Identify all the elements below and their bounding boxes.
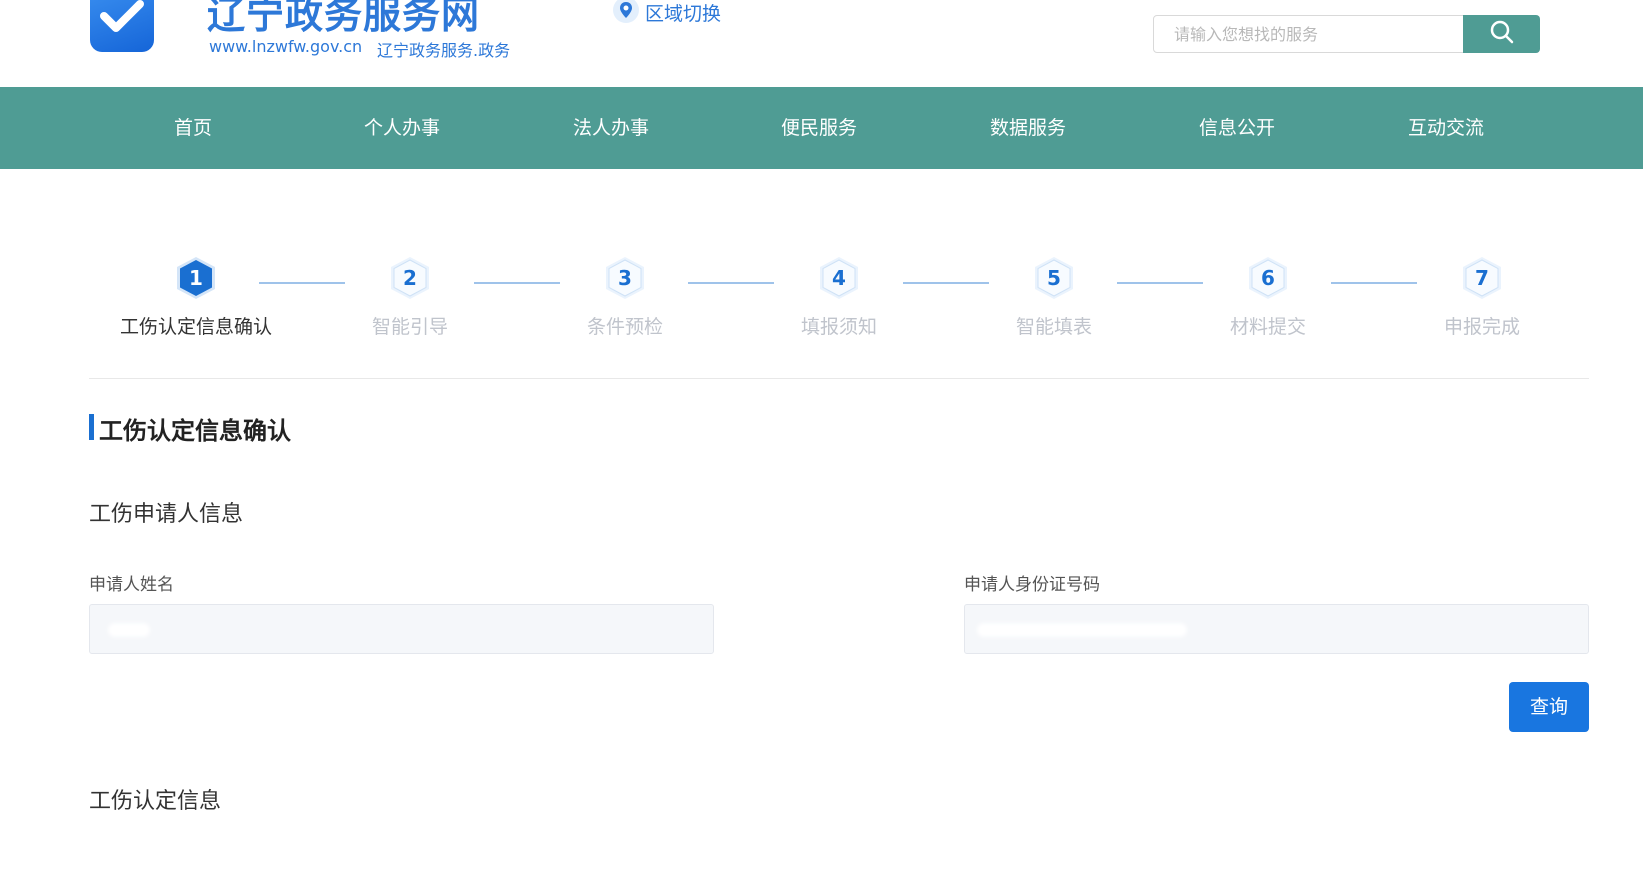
section-accent-bar	[89, 414, 94, 440]
step-label: 智能引导	[371, 316, 448, 338]
nav-item-convenience[interactable]: 便民服务	[749, 87, 889, 169]
nav-item-disclosure[interactable]: 信息公开	[1167, 87, 1307, 169]
step-hexagon-icon: 6	[1245, 255, 1291, 301]
step-5: 5 智能填表	[969, 255, 1139, 339]
redacted-value	[108, 623, 150, 637]
nav-item-interaction[interactable]: 互动交流	[1376, 87, 1516, 169]
step-4: 4 填报须知	[754, 255, 924, 339]
step-1: 1 工伤认定信息确认	[111, 255, 281, 339]
search-icon	[1489, 19, 1515, 49]
step-label: 材料提交	[1229, 316, 1306, 338]
step-number: 7	[1475, 266, 1489, 290]
region-switch[interactable]: 区域切换	[612, 0, 721, 28]
applicant-name-field[interactable]	[89, 604, 714, 654]
progress-steps: 1 工伤认定信息确认 2 智能引导 3 条件预检 4 填报须知 5 智能填表 6…	[89, 255, 1589, 355]
applicant-name-label: 申请人姓名	[89, 575, 174, 595]
nav-item-data[interactable]: 数据服务	[958, 87, 1098, 169]
step-hexagon-icon: 3	[602, 255, 648, 301]
step-number: 4	[832, 266, 846, 290]
steps-divider	[89, 378, 1589, 379]
site-header: 辽宁政务服务网 www.lnzwfw.gov.cn 辽宁政务服务.政务 区域切换	[0, 0, 1643, 87]
step-label: 条件预检	[586, 316, 663, 338]
section-title: 工伤认定信息确认	[99, 417, 291, 445]
step-number: 5	[1047, 266, 1061, 290]
redacted-value	[977, 623, 1187, 637]
step-3: 3 条件预检	[540, 255, 710, 339]
search-input[interactable]	[1153, 15, 1464, 53]
injury-identification-heading: 工伤认定信息	[89, 789, 222, 814]
step-number: 3	[618, 266, 632, 290]
step-hexagon-icon: 2	[387, 255, 433, 301]
site-url: www.lnzwfw.gov.cn	[209, 37, 363, 56]
step-hexagon-icon: 1	[173, 255, 219, 301]
applicant-info-heading: 工伤申请人信息	[89, 502, 244, 527]
step-label: 工伤认定信息确认	[119, 316, 272, 338]
site-subtitle: 辽宁政务服务.政务	[377, 41, 511, 60]
nav-item-legal-person[interactable]: 法人办事	[541, 87, 681, 169]
location-pin-icon	[612, 0, 640, 28]
site-title[interactable]: 辽宁政务服务网	[207, 0, 480, 39]
step-label: 填报须知	[800, 316, 877, 338]
step-number: 6	[1261, 266, 1275, 290]
step-hexagon-icon: 4	[816, 255, 862, 301]
site-logo-icon[interactable]	[90, 0, 154, 52]
applicant-id-label: 申请人身份证号码	[964, 575, 1100, 595]
region-switch-label: 区域切换	[645, 2, 722, 25]
step-6: 6 材料提交	[1183, 255, 1353, 339]
step-7: 7 申报完成	[1397, 255, 1567, 339]
step-hexagon-icon: 5	[1031, 255, 1077, 301]
nav-item-home[interactable]: 首页	[123, 87, 263, 169]
main-nav: 首页 个人办事 法人办事 便民服务 数据服务 信息公开 互动交流	[0, 87, 1643, 169]
step-number: 1	[189, 266, 203, 290]
search-button[interactable]	[1463, 15, 1540, 53]
step-hexagon-icon: 7	[1459, 255, 1505, 301]
query-button[interactable]: 查询	[1509, 682, 1589, 732]
applicant-id-field[interactable]	[964, 604, 1589, 654]
step-number: 2	[403, 266, 417, 290]
step-label: 申报完成	[1443, 316, 1520, 338]
nav-item-personal[interactable]: 个人办事	[332, 87, 472, 169]
step-label: 智能填表	[1015, 316, 1092, 338]
step-2: 2 智能引导	[325, 255, 495, 339]
